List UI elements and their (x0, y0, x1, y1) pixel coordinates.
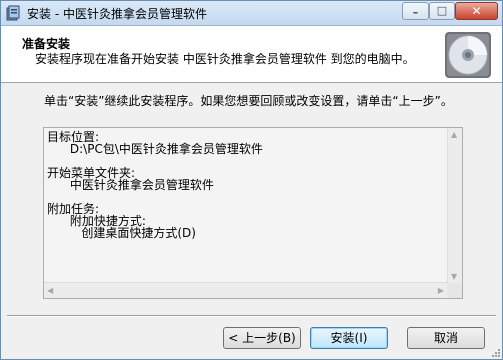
setup-window: 安装 - 中医针灸推拿会员管理软件 – □ ✕ 准备安装 安装程序现在准备开始安… (0, 0, 503, 360)
minimize-button[interactable]: – (402, 2, 429, 20)
footer-separator (7, 315, 496, 317)
scroll-left-icon[interactable]: ◀ (47, 286, 53, 295)
cd-disc-icon (445, 32, 491, 78)
vertical-scrollbar[interactable]: ▲ ▼ (447, 128, 462, 283)
close-icon: ✕ (471, 4, 482, 18)
memo-line (47, 191, 446, 203)
title-bar[interactable]: 安装 - 中医针灸推拿会员管理软件 – □ ✕ (1, 1, 502, 26)
window-title: 安装 - 中医针灸推拿会员管理软件 (27, 7, 207, 21)
maximize-button[interactable]: □ (429, 2, 455, 20)
instruction-text: 单击“安装”继续此安装程序。如果您想要回顾或改变设置，请单击“上一步”。 (44, 94, 453, 108)
scroll-up-icon[interactable]: ▲ (451, 130, 457, 139)
horizontal-scrollbar[interactable]: ◀ ▶ (44, 282, 448, 298)
memo-content: 目标位置: D:\PC包\中医针灸推拿会员管理软件 开始菜单文件夹: 中医针灸推… (47, 131, 446, 239)
back-button[interactable]: < 上一步(B) (223, 327, 301, 349)
memo-line: 创建桌面快捷方式(D) (47, 226, 196, 240)
installer-icon (6, 5, 20, 21)
install-button[interactable]: 安装(I) (310, 327, 388, 349)
wizard-header: 准备安装 安装程序现在准备开始安装 中医针灸推拿会员管理软件 到您的电脑中。 (1, 26, 502, 83)
scroll-right-icon[interactable]: ▶ (438, 286, 444, 295)
cancel-button[interactable]: 取消 (407, 327, 485, 349)
page-subtitle: 安装程序现在准备开始安装 中医针灸推拿会员管理软件 到您的电脑中。 (35, 52, 415, 66)
minimize-icon: – (412, 6, 419, 19)
resize-grip-icon[interactable] (490, 347, 500, 357)
scroll-down-icon[interactable]: ▼ (451, 272, 457, 281)
maximize-icon: □ (436, 4, 448, 17)
memo-line: 中医针灸推拿会员管理软件 (47, 178, 214, 192)
memo-line: D:\PC包\中医针灸推拿会员管理软件 (47, 142, 263, 156)
close-button[interactable]: ✕ (455, 2, 498, 20)
ready-memo[interactable]: 目标位置: D:\PC包\中医针灸推拿会员管理软件 开始菜单文件夹: 中医针灸推… (43, 127, 463, 299)
scroll-corner (447, 283, 462, 298)
